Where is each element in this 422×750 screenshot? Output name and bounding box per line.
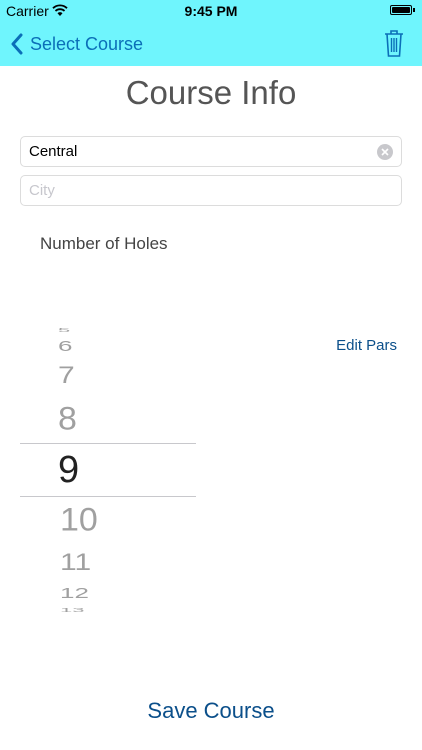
number-of-holes-label: Number of Holes <box>40 234 168 253</box>
picker-item[interactable]: 8 <box>58 403 118 435</box>
trash-icon[interactable] <box>382 28 406 58</box>
status-bar: Carrier 9:45 PM <box>0 0 422 22</box>
picker-item[interactable]: 13 <box>60 607 120 613</box>
navigation-bar: Select Course <box>0 22 422 66</box>
picker-item[interactable]: 12 <box>60 586 120 600</box>
chevron-left-icon <box>11 33 23 55</box>
battery-tip <box>413 8 415 12</box>
battery-icon <box>390 5 412 15</box>
edit-pars-button[interactable]: Edit Pars <box>336 337 397 354</box>
picker-selection-top-line <box>20 443 196 444</box>
city-placeholder: City <box>29 182 55 199</box>
back-button-label: Select Course <box>30 33 144 54</box>
page-title: Course Info <box>125 74 297 111</box>
save-course-button[interactable]: Save Course <box>0 698 422 724</box>
top-bar: Carrier 9:45 PM Select Course <box>0 0 422 66</box>
city-field[interactable]: City <box>20 175 402 206</box>
holes-picker[interactable]: 5 6 7 8 9 10 11 12 13 <box>20 320 196 616</box>
clear-text-button[interactable] <box>377 144 393 160</box>
picker-item[interactable]: 6 <box>58 339 118 353</box>
close-icon <box>381 148 389 156</box>
picker-item[interactable]: 7 <box>58 364 118 388</box>
picker-item[interactable]: 5 <box>58 327 118 333</box>
back-button[interactable]: Select Course <box>10 32 143 56</box>
course-name-value: Central <box>29 143 78 160</box>
picker-selection-bottom-line <box>20 496 196 497</box>
course-name-field[interactable]: Central <box>20 136 402 167</box>
picker-item[interactable]: 11 <box>60 551 120 575</box>
picker-item[interactable]: 10 <box>60 504 120 536</box>
status-time: 9:45 PM <box>184 3 238 19</box>
picker-selected-item[interactable]: 9 <box>58 451 118 489</box>
